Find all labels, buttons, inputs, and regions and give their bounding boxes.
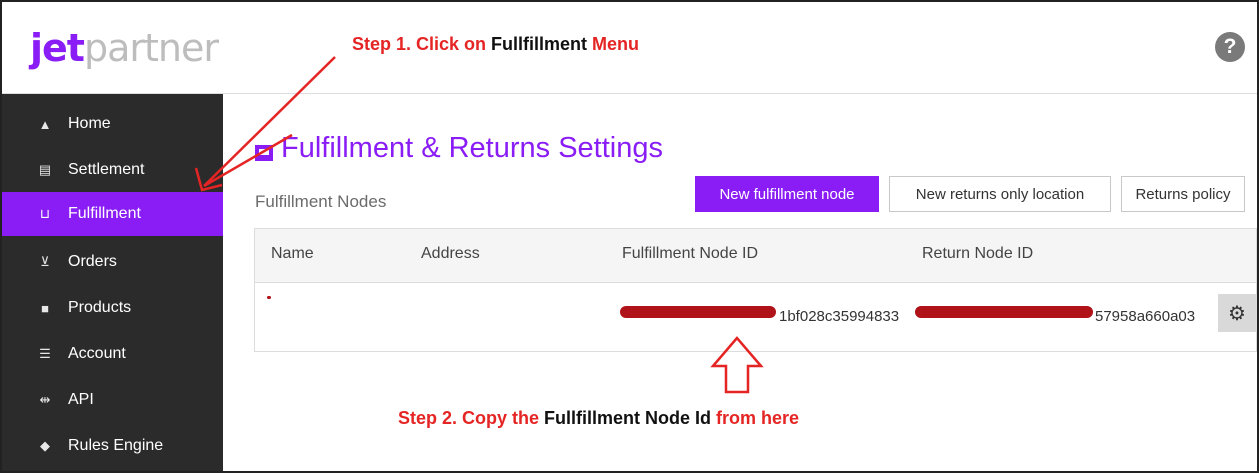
up-arrow-icon xyxy=(710,336,764,394)
step1-arrows xyxy=(194,56,336,192)
annotation-overlay xyxy=(194,56,764,394)
arrow-line-diagonal xyxy=(203,56,336,187)
